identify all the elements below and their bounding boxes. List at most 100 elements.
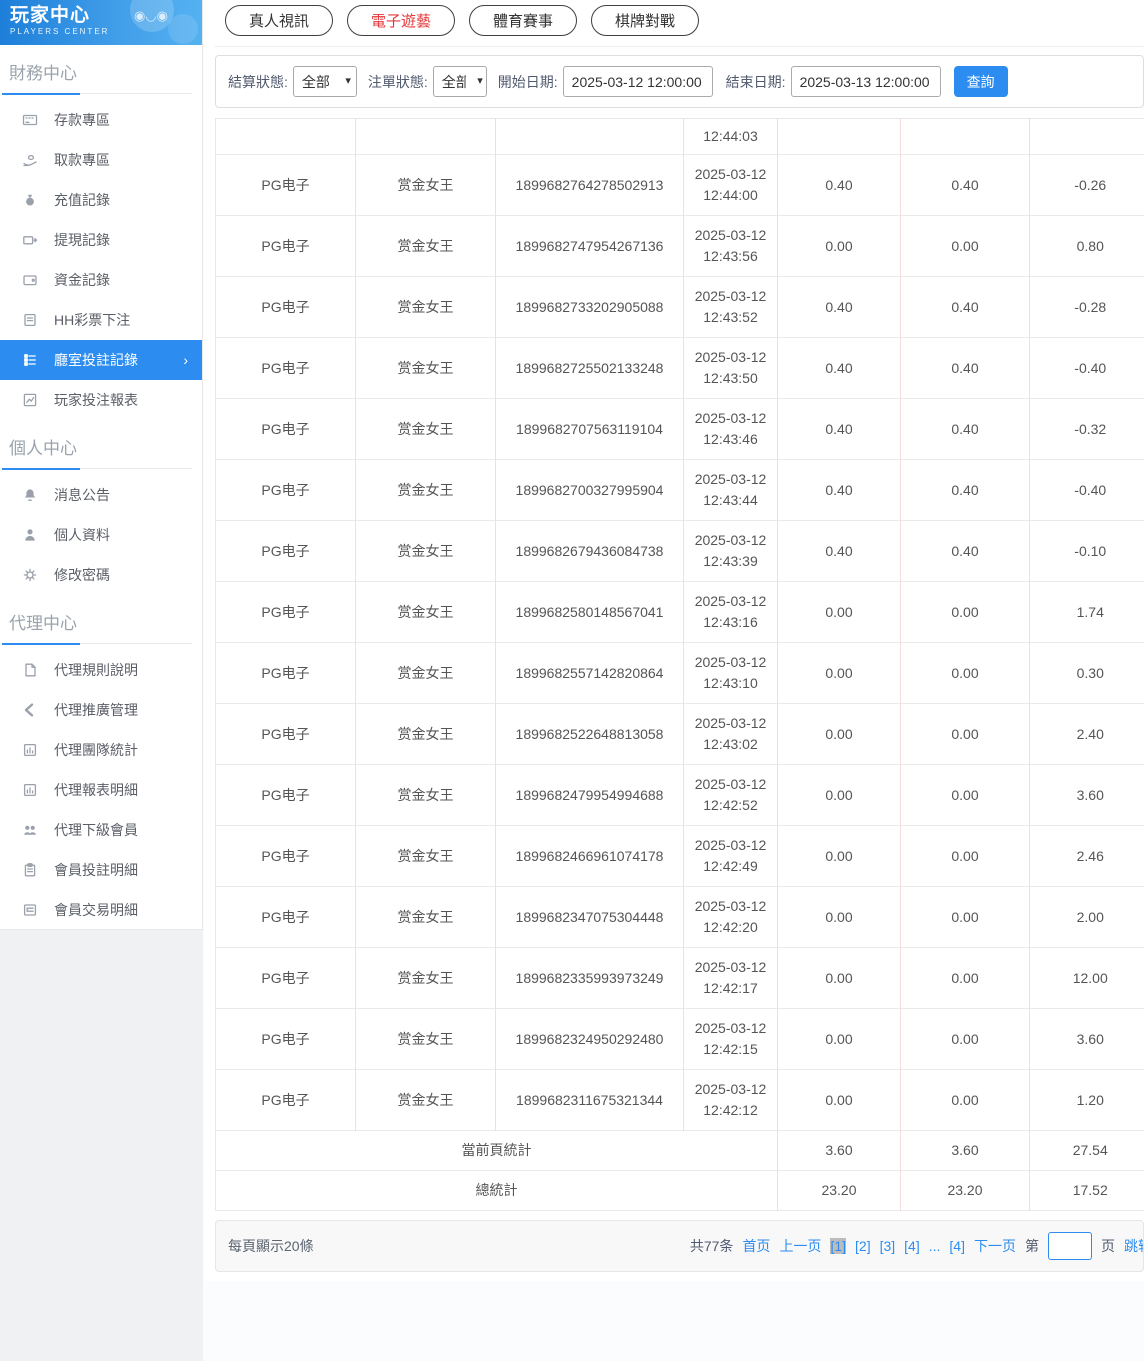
cell-valid-bet: 0.00 xyxy=(900,642,1030,704)
category-tab[interactable]: 真人視訊 xyxy=(225,4,334,36)
sidebar-item-label: 會員交易明細 xyxy=(54,902,138,918)
sidebar-item-label: 廳室投註記錄 xyxy=(54,352,138,368)
lottery-icon xyxy=(22,312,38,328)
table-row[interactable]: PG电子 赏金女王 1899682311675321344 2025-03-12… xyxy=(215,1069,1144,1131)
table-row[interactable]: PG电子 赏金女王 1899682679436084738 2025-03-12… xyxy=(215,520,1144,582)
sidebar-item[interactable]: 代理規則說明 xyxy=(0,650,202,690)
settle-status-select[interactable]: 全部 xyxy=(292,66,357,97)
cell-bet-amount: 0.40 xyxy=(777,276,901,338)
page-number-link[interactable]: [4] xyxy=(949,1238,965,1254)
total-count-text: 共77条 xyxy=(689,1238,734,1254)
end-date-input[interactable] xyxy=(790,66,941,97)
cell-order-id: 1899682764278502913 xyxy=(495,154,684,216)
category-tab[interactable]: 棋牌對戰 xyxy=(591,4,700,36)
table-row[interactable]: PG电子 赏金女王 1899682466961074178 2025-03-12… xyxy=(215,825,1144,887)
category-tab[interactable]: 體育賽事 xyxy=(469,4,578,36)
sidebar-item[interactable]: 會員投註明細 xyxy=(0,850,202,890)
cell-winloss: 1.20 xyxy=(1029,1069,1144,1131)
cell-datetime: 2025-03-12 12:43:56 xyxy=(683,215,778,277)
sidebar-item[interactable]: 提現記錄 xyxy=(0,220,202,260)
cell-winloss: -0.10 xyxy=(1029,520,1144,582)
sidebar-bottom-fill xyxy=(0,930,203,1361)
table-row[interactable]: PG电子 赏金女王 1899682324950292480 2025-03-12… xyxy=(215,1008,1144,1070)
sidebar-item[interactable]: 代理報表明細 xyxy=(0,770,202,810)
cell-provider: PG电子 xyxy=(261,908,310,925)
query-button[interactable]: 查詢 xyxy=(953,66,1008,97)
table-row[interactable]: PG电子 赏金女王 1899682725502133248 2025-03-12… xyxy=(215,337,1144,399)
report-icon xyxy=(22,392,38,408)
table-row[interactable]: PG电子 赏金女王 1899682522648813058 2025-03-12… xyxy=(215,703,1144,765)
cell-datetime: 2025-03-12 12:43:10 xyxy=(683,642,778,704)
end-date-label: 結束日期: xyxy=(725,73,786,90)
sidebar-item[interactable]: 消息公告 xyxy=(0,475,202,515)
cell-valid-bet: 0.00 xyxy=(900,825,1030,887)
cell-winloss: -0.28 xyxy=(1029,276,1144,338)
bell-icon xyxy=(22,487,38,503)
sidebar-item[interactable]: 修改密碼 xyxy=(0,555,202,595)
sidebar-item[interactable]: 會員交易明細 xyxy=(0,890,202,930)
pagination-controls: 共77条首页上一页 [1] [2] [3] [4]... [4] 下一页第 页跳转 xyxy=(689,1221,1143,1271)
deposit-icon xyxy=(22,112,38,128)
sidebar-item[interactable]: 代理推廣管理 xyxy=(0,690,202,730)
app-logo: ◉◡◉ 玩家中心 PLAYERS CENTER xyxy=(0,0,202,45)
cell-provider: PG电子 xyxy=(261,237,310,254)
cell-provider: PG电子 xyxy=(261,542,310,559)
category-tab[interactable]: 電子遊藝 xyxy=(347,4,456,36)
order-status-select[interactable]: 全部 xyxy=(432,66,487,97)
cell-game: 赏金女王 xyxy=(355,459,496,521)
section-underline xyxy=(2,93,192,95)
table-row[interactable]: PG电子 赏金女王 1899682580148567041 2025-03-12… xyxy=(215,581,1144,643)
sidebar-item[interactable]: 充值記錄 xyxy=(0,180,202,220)
sidebar-item-label: 資金記錄 xyxy=(54,272,110,288)
sidebar-item[interactable]: 存款專區 xyxy=(0,100,202,140)
cell-game: 赏金女王 xyxy=(355,1008,496,1070)
page-number-link[interactable]: [1] xyxy=(830,1238,847,1254)
next-page-link[interactable]: 下一页 xyxy=(974,1236,1016,1256)
table-row[interactable]: PG电子 赏金女王 1899682747954267136 2025-03-12… xyxy=(215,215,1144,277)
page-summary-row: 當前頁統計 3.60 3.60 27.54 xyxy=(215,1130,1144,1171)
cell-winloss: 2.40 xyxy=(1029,703,1144,765)
prev-page-link[interactable]: 上一页 xyxy=(779,1236,821,1256)
cell-bet-amount: 0.40 xyxy=(777,337,901,399)
sidebar-item-label: 玩家投注報表 xyxy=(54,392,138,408)
cell-bet-amount: 0.00 xyxy=(777,947,901,1009)
page-number-link[interactable]: [3] xyxy=(880,1238,896,1254)
table-row[interactable]: PG电子 赏金女王 1899682764278502913 2025-03-12… xyxy=(215,154,1144,216)
jump-button[interactable]: 跳转 xyxy=(1124,1236,1143,1256)
category-tabs: 真人視訊 電子遊藝 體育賽事 棋牌對戰 xyxy=(215,0,1144,47)
sidebar-item[interactable]: 玩家投注報表 xyxy=(0,380,202,420)
table-row[interactable]: PG电子 赏金女王 1899682557142820864 2025-03-12… xyxy=(215,642,1144,704)
cell-order-id: 1899682479954994688 xyxy=(495,764,684,826)
page-number-link[interactable]: [2] xyxy=(855,1238,871,1254)
pagination-bar: 每頁顯示20條 共77条 首页 上一页 [1] [2] [3] [4]... [4] 下一页第 页… xyxy=(215,1220,1144,1272)
sidebar-item[interactable]: 個人資料 xyxy=(0,515,202,555)
cell-winloss: 2.46 xyxy=(1029,825,1144,887)
sidebar-item[interactable]: 代理團隊統計 xyxy=(0,730,202,770)
table-row[interactable]: PG电子 赏金女王 1899682707563119104 2025-03-12… xyxy=(215,398,1144,460)
users-icon xyxy=(22,822,38,838)
cell-provider: PG电子 xyxy=(261,847,310,864)
table-row[interactable]: PG电子 赏金女王 1899682335993973249 2025-03-12… xyxy=(215,947,1144,1009)
table-row[interactable]: PG电子 赏金女王 1899682479954994688 2025-03-12… xyxy=(215,764,1144,826)
first-page-link[interactable]: 首页 xyxy=(742,1236,770,1256)
sidebar-item[interactable]: 代理下級會員 xyxy=(0,810,202,850)
table-row[interactable]: PG电子 赏金女王 1899682700327995904 2025-03-12… xyxy=(215,459,1144,521)
cell-bet-amount: 0.00 xyxy=(777,1069,901,1131)
cell-bet-amount: 0.00 xyxy=(777,581,901,643)
sidebar-item[interactable]: HH彩票下注 xyxy=(0,300,202,340)
cell-order-id: 1899682557142820864 xyxy=(495,642,684,704)
start-date-input[interactable] xyxy=(562,66,713,97)
table-row[interactable]: PG电子 赏金女王 1899682733202905088 2025-03-12… xyxy=(215,276,1144,338)
cell-valid-bet: 0.00 xyxy=(900,886,1030,948)
jump-page-input[interactable] xyxy=(1048,1232,1092,1260)
cell-datetime: 2025-03-12 12:42:49 xyxy=(683,825,778,887)
cell-order-id: 1899682747954267136 xyxy=(495,215,684,277)
sidebar-item[interactable]: 取款專區 xyxy=(0,140,202,180)
sidebar-item[interactable]: 資金記錄 xyxy=(0,260,202,300)
cell-bet-amount: 0.00 xyxy=(777,703,901,765)
doc-icon xyxy=(22,662,38,678)
sidebar-item[interactable]: 廳室投註記錄 › xyxy=(0,340,202,380)
page-number-link[interactable]: [4] xyxy=(904,1238,920,1254)
cell-game: 赏金女王 xyxy=(355,886,496,948)
table-row[interactable]: PG电子 赏金女王 1899682347075304448 2025-03-12… xyxy=(215,886,1144,948)
